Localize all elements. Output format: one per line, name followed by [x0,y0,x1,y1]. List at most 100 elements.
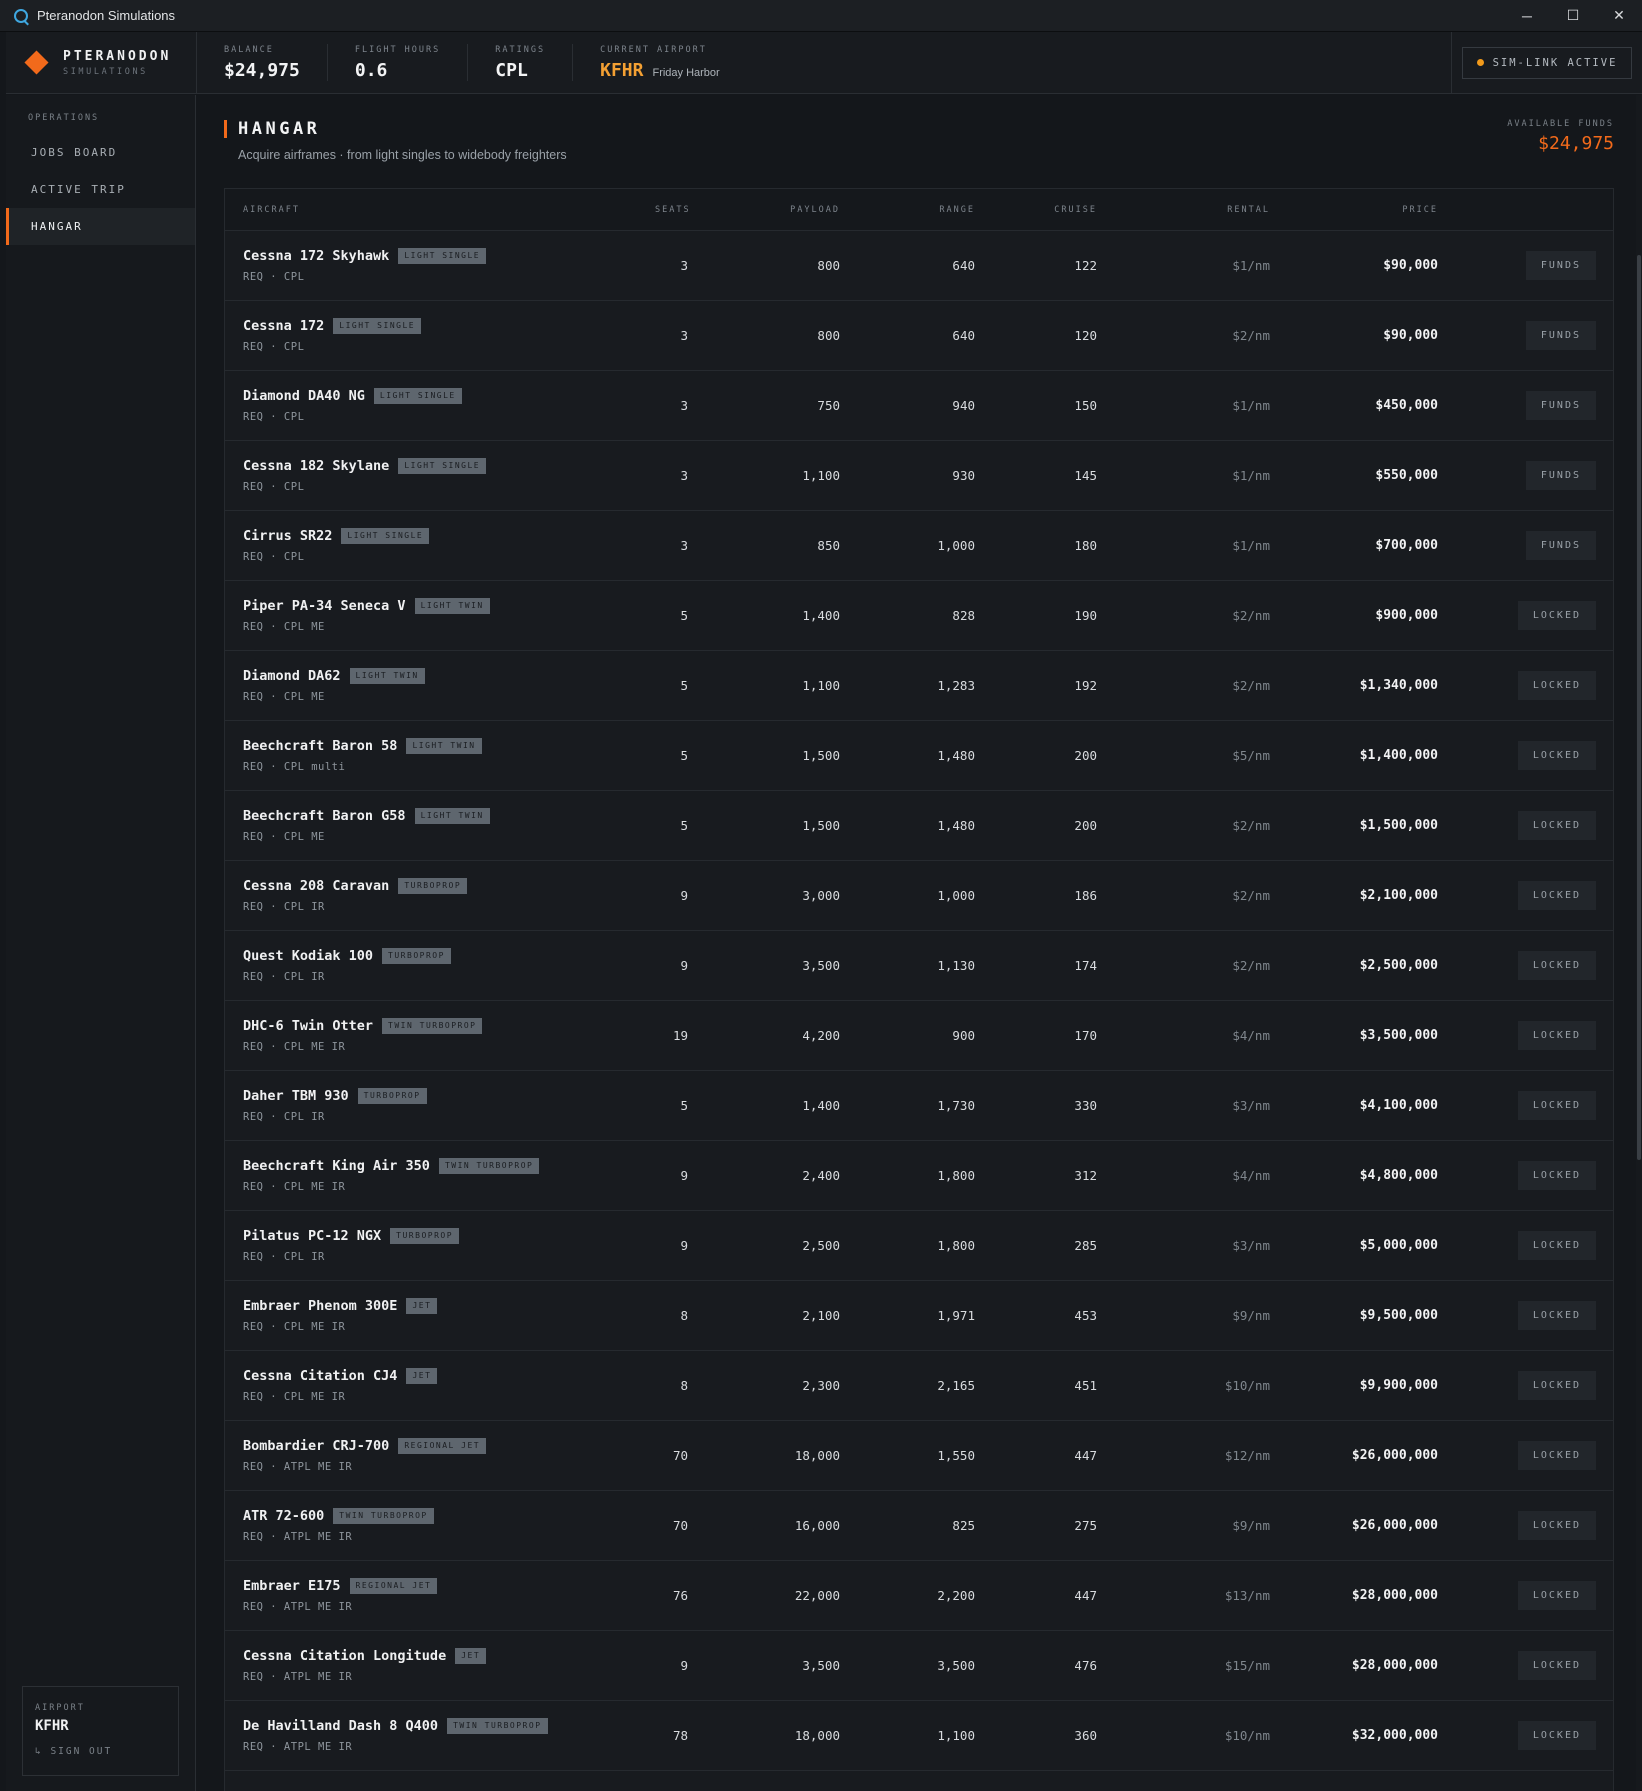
purchase-button[interactable]: FUNDS [1525,391,1596,420]
col-seats: SEATS [655,204,691,215]
aircraft-requirements: REQ · CPL IR [243,1251,325,1263]
table-row[interactable]: Beechcraft Baron 58 LIGHT TWIN REQ · CPL … [225,721,1613,791]
purchase-button[interactable]: LOCKED [1517,1021,1596,1050]
window-title: Pteranodon Simulations [37,8,176,23]
rental-cell: $5/nm [1232,748,1270,763]
purchase-button[interactable]: LOCKED [1517,741,1596,770]
purchase-button[interactable]: LOCKED [1517,1651,1596,1680]
purchase-button[interactable]: LOCKED [1517,811,1596,840]
table-row[interactable]: De Havilland Dash 8 Q400 TWIN TURBOPROP R… [225,1701,1613,1771]
aircraft-class-badge: LIGHT TWIN [414,598,490,614]
table-row[interactable]: Pilatus PC-12 NGX TURBOPROP REQ · CPL IR … [225,1211,1613,1281]
purchase-button[interactable]: LOCKED [1517,1091,1596,1120]
rental-cell: $13/nm [1224,1588,1270,1603]
stat-balance-value: $24,975 [224,59,300,81]
aircraft-cell: Beechcraft Baron G58 LIGHT TWIN REQ · CPL… [225,808,655,843]
purchase-button[interactable]: LOCKED [1517,1161,1596,1190]
purchase-button[interactable]: LOCKED [1517,1441,1596,1470]
table-row[interactable]: Bombardier CRJ-700 REGIONAL JET REQ · ATP… [225,1421,1613,1491]
window-controls: ─ ☐ ✕ [1504,0,1642,32]
aircraft-cell: Cessna 172 Skyhawk LIGHT SINGLE REQ · CPL [225,248,655,283]
aircraft-cell: Quest Kodiak 100 TURBOPROP REQ · CPL IR [225,948,655,983]
seats-cell: 9 [680,888,688,903]
minimize-icon[interactable]: ─ [1504,0,1550,32]
price-cell: $1,500,000 [1359,818,1438,833]
table-row[interactable]: Daher TBM 930 TURBOPROP REQ · CPL IR 5 1,… [225,1071,1613,1141]
table-row[interactable]: Diamond DA62 LIGHT TWIN REQ · CPL ME 5 1,… [225,651,1613,721]
table-row[interactable]: Cessna 208 Caravan TURBOPROP REQ · CPL IR… [225,861,1613,931]
table-row[interactable]: Piper PA-34 Seneca V LIGHT TWIN REQ · CPL… [225,581,1613,651]
purchase-button[interactable]: LOCKED [1517,1511,1596,1540]
scrollbar-thumb[interactable] [1637,255,1641,1160]
purchase-button[interactable]: LOCKED [1517,601,1596,630]
rental-cell: $12/nm [1224,1448,1270,1463]
payload-cell: 1,400 [802,608,840,623]
table-row[interactable]: ATR 72-600 TWIN TURBOPROP REQ · ATPL ME I… [225,1491,1613,1561]
aircraft-name: Cessna 172 [243,318,325,334]
aircraft-name: Piper PA-34 Seneca V [243,598,406,614]
aircraft-name: Beechcraft Baron G58 [243,808,406,824]
brand-sub: SIMULATIONS [63,66,148,77]
cruise-cell: 150 [1074,398,1097,413]
table-row[interactable]: Embraer E175 REGIONAL JET REQ · ATPL ME I… [225,1561,1613,1631]
app-icon [14,8,28,23]
cruise-cell: 447 [1074,1448,1097,1463]
table-row[interactable]: Cirrus SR22 LIGHT SINGLE REQ · CPL 3 850 … [225,511,1613,581]
range-cell: 1,730 [937,1098,975,1113]
purchase-button[interactable]: LOCKED [1517,881,1596,910]
aircraft-name: Cessna 172 Skyhawk [243,248,390,264]
aircraft-requirements: REQ · CPL [243,341,305,353]
aircraft-name: ATR 72-600 [243,1508,325,1524]
sidebar-item-jobs-board[interactable]: JOBS BOARD [6,134,195,171]
aircraft-cell: DHC-6 Twin Otter TWIN TURBOPROP REQ · CPL… [225,1018,655,1053]
purchase-button[interactable]: FUNDS [1525,321,1596,350]
table-row[interactable]: Embraer Phenom 300E JET REQ · CPL ME IR 8… [225,1281,1613,1351]
seats-cell: 3 [680,538,688,553]
rental-cell: $2/nm [1232,958,1270,973]
purchase-button[interactable]: LOCKED [1517,1301,1596,1330]
close-icon[interactable]: ✕ [1596,0,1642,32]
scrollbar[interactable] [1636,95,1642,1791]
aircraft-requirements: REQ · ATPL ME IR [243,1461,353,1473]
brand[interactable]: PTERANODON SIMULATIONS [6,32,197,93]
range-cell: 1,283 [937,678,975,693]
purchase-button[interactable]: LOCKED [1517,671,1596,700]
purchase-button[interactable]: LOCKED [1517,1721,1596,1750]
table-row[interactable]: Diamond DA40 NG LIGHT SINGLE REQ · CPL 3 … [225,371,1613,441]
payload-cell: 1,100 [802,678,840,693]
price-cell: $1,400,000 [1359,748,1438,763]
aircraft-cell: Beechcraft Baron 58 LIGHT TWIN REQ · CPL … [225,738,655,773]
table-row[interactable]: DHC-6 Twin Otter TWIN TURBOPROP REQ · CPL… [225,1001,1613,1071]
purchase-button[interactable]: LOCKED [1517,1581,1596,1610]
aircraft-requirements: REQ · CPL ME IR [243,1181,346,1193]
rental-cell: $1/nm [1232,258,1270,273]
range-cell: 1,971 [937,1308,975,1323]
table-row[interactable]: Cessna Citation CJ4 JET REQ · CPL ME IR 8… [225,1351,1613,1421]
aircraft-cell: Cessna Citation CJ4 JET REQ · CPL ME IR [225,1368,655,1403]
table-row[interactable]: Quest Kodiak 100 TURBOPROP REQ · CPL IR 9… [225,931,1613,1001]
sidebar-airport-label: AIRPORT [35,1703,85,1713]
payload-cell: 22,000 [794,1588,840,1603]
table-row[interactable]: Beechcraft King Air 350 TWIN TURBOPROP RE… [225,1141,1613,1211]
sidebar-item-active-trip[interactable]: ACTIVE TRIP [6,171,195,208]
table-row[interactable]: Embraer E190-E2REGIONAL JET [225,1771,1613,1791]
table-row[interactable]: Cessna 172 LIGHT SINGLE REQ · CPL 3 800 6… [225,301,1613,371]
purchase-button[interactable]: LOCKED [1517,1231,1596,1260]
table-row[interactable]: Cessna 172 Skyhawk LIGHT SINGLE REQ · CPL… [225,231,1613,301]
simlink-status[interactable]: SIM-LINK ACTIVE [1461,46,1633,79]
purchase-button[interactable]: LOCKED [1517,951,1596,980]
purchase-button[interactable]: FUNDS [1525,531,1596,560]
table-row[interactable]: Cessna Citation Longitude JET REQ · ATPL … [225,1631,1613,1701]
sidebar-item-hangar[interactable]: HANGAR [6,208,195,245]
purchase-button[interactable]: FUNDS [1525,461,1596,490]
purchase-button[interactable]: LOCKED [1517,1371,1596,1400]
price-cell: $9,500,000 [1359,1308,1438,1323]
maximize-icon[interactable]: ☐ [1550,0,1596,32]
purchase-button[interactable]: FUNDS [1525,251,1596,280]
aircraft-cell: Cessna Citation Longitude JET REQ · ATPL … [225,1648,655,1683]
col-payload: PAYLOAD [790,204,840,215]
table-row[interactable]: Cessna 182 Skylane LIGHT SINGLE REQ · CPL… [225,441,1613,511]
range-cell: 2,165 [937,1378,975,1393]
sign-out-button[interactable]: ↳ SIGN OUT [35,1746,166,1757]
table-row[interactable]: Beechcraft Baron G58 LIGHT TWIN REQ · CPL… [225,791,1613,861]
